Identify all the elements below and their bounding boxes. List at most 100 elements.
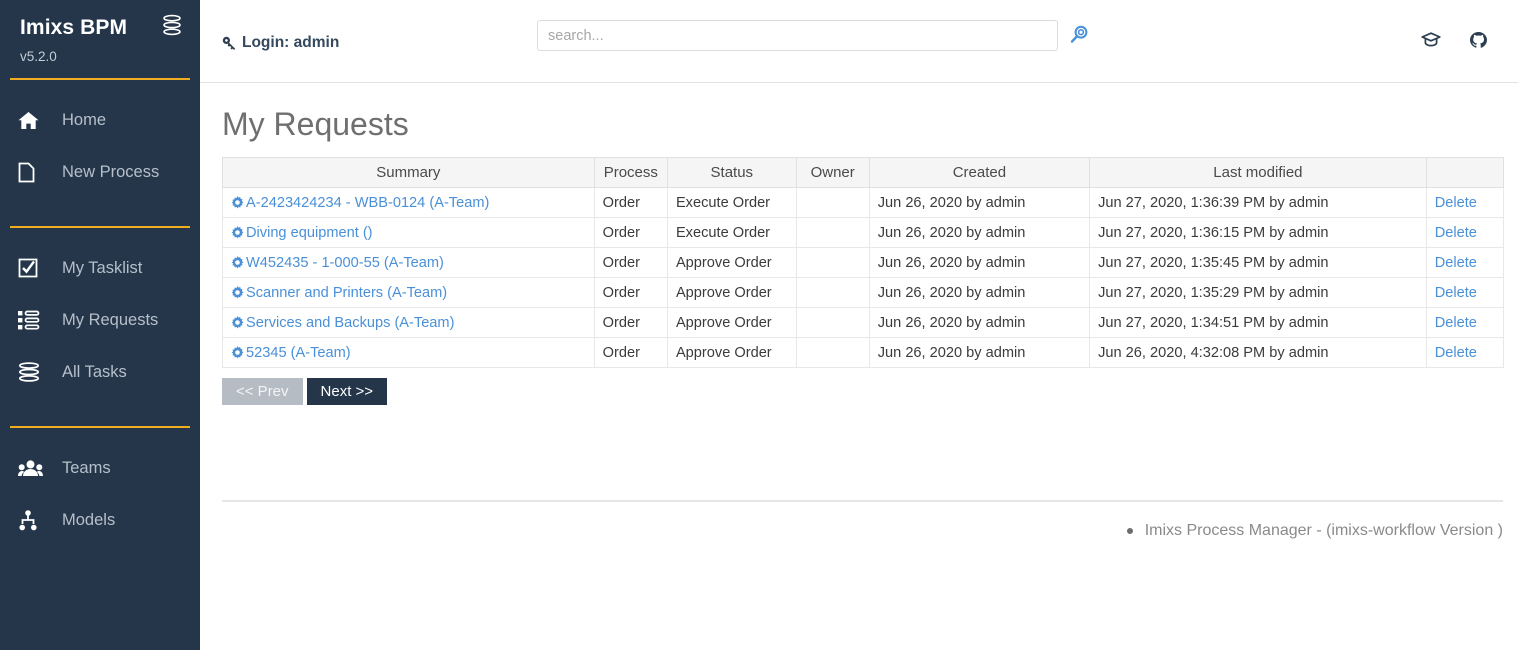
search-input[interactable]: [537, 20, 1058, 51]
bullet-icon: [1127, 528, 1133, 534]
login-label: Login: admin: [242, 34, 339, 52]
users-icon: [18, 459, 52, 478]
search-icon[interactable]: [1070, 25, 1089, 44]
delete-link[interactable]: Delete: [1435, 195, 1477, 211]
cell-created: Jun 26, 2020 by admin: [869, 308, 1089, 338]
key-icon: [222, 36, 236, 50]
cell-created: Jun 26, 2020 by admin: [869, 188, 1089, 218]
cell-last-modified: Jun 27, 2020, 1:36:39 PM by admin: [1090, 188, 1427, 218]
stack-menu-icon[interactable]: [162, 14, 182, 41]
main-area: Login: admin: [200, 0, 1518, 650]
cell-process: Order: [594, 218, 667, 248]
sidebar-item-my-tasklist[interactable]: My Tasklist: [0, 242, 200, 294]
gear-icon: [231, 256, 244, 269]
delete-link[interactable]: Delete: [1435, 345, 1477, 361]
footer-divider: [222, 500, 1503, 502]
app-brand-title: Imixs BPM: [20, 17, 127, 38]
cell-owner: [796, 188, 869, 218]
delete-link[interactable]: Delete: [1435, 225, 1477, 241]
request-link[interactable]: Scanner and Printers (A-Team): [246, 285, 447, 301]
cell-process: Order: [594, 188, 667, 218]
cell-owner: [796, 218, 869, 248]
sidebar-item-label: All Tasks: [52, 363, 127, 382]
cell-created: Jun 26, 2020 by admin: [869, 218, 1089, 248]
cell-action: Delete: [1426, 278, 1503, 308]
table-row: 52345 (A-Team) Order Approve Order Jun 2…: [223, 338, 1504, 368]
table-row: Diving equipment () Order Execute Order …: [223, 218, 1504, 248]
delete-link[interactable]: Delete: [1435, 315, 1477, 331]
column-header-owner[interactable]: Owner: [796, 158, 869, 188]
cell-action: Delete: [1426, 338, 1503, 368]
sidebar-item-home[interactable]: Home: [0, 94, 200, 146]
sidebar-item-label: My Tasklist: [52, 259, 142, 278]
cell-summary: 52345 (A-Team): [223, 338, 595, 368]
content-area: My Requests Summary Process Status Owner…: [200, 107, 1518, 540]
sidebar: Imixs BPM v5.2.0: [0, 0, 200, 650]
cell-last-modified: Jun 27, 2020, 1:35:29 PM by admin: [1090, 278, 1427, 308]
table-row: Scanner and Printers (A-Team) Order Appr…: [223, 278, 1504, 308]
column-header-status[interactable]: Status: [667, 158, 796, 188]
sidebar-item-my-requests[interactable]: My Requests: [0, 294, 200, 346]
sidebar-item-teams[interactable]: Teams: [0, 442, 200, 494]
sidebar-item-new-process[interactable]: New Process: [0, 146, 200, 198]
request-link[interactable]: Diving equipment (): [246, 225, 373, 241]
request-link[interactable]: 52345 (A-Team): [246, 345, 351, 361]
gear-icon: [231, 316, 244, 329]
cell-owner: [796, 248, 869, 278]
table-row: A-2423424234 - WBB-0124 (A-Team) Order E…: [223, 188, 1504, 218]
cell-owner: [796, 278, 869, 308]
cell-status: Execute Order: [667, 218, 796, 248]
cell-created: Jun 26, 2020 by admin: [869, 278, 1089, 308]
delete-link[interactable]: Delete: [1435, 255, 1477, 271]
sidebar-item-label: Teams: [52, 459, 111, 478]
home-icon: [18, 111, 52, 130]
table-row: Services and Backups (A-Team) Order Appr…: [223, 308, 1504, 338]
column-header-process[interactable]: Process: [594, 158, 667, 188]
sidebar-item-label: My Requests: [52, 311, 158, 330]
footer-text: Imixs Process Manager - (imixs-workflow …: [1145, 522, 1503, 540]
cell-process: Order: [594, 248, 667, 278]
cell-summary: Diving equipment (): [223, 218, 595, 248]
cell-status: Execute Order: [667, 188, 796, 218]
cell-action: Delete: [1426, 248, 1503, 278]
request-link[interactable]: W452435 - 1-000-55 (A-Team): [246, 255, 444, 271]
cell-action: Delete: [1426, 188, 1503, 218]
sidebar-item-label: Home: [52, 111, 106, 130]
cell-last-modified: Jun 27, 2020, 1:35:45 PM by admin: [1090, 248, 1427, 278]
column-header-created[interactable]: Created: [869, 158, 1089, 188]
column-header-actions: [1426, 158, 1503, 188]
cell-process: Order: [594, 278, 667, 308]
gear-icon: [231, 196, 244, 209]
table-body: A-2423424234 - WBB-0124 (A-Team) Order E…: [223, 188, 1504, 368]
sidebar-item-label: Models: [52, 511, 115, 530]
search-area: [537, 20, 1089, 51]
github-icon[interactable]: [1469, 31, 1488, 49]
topbar: Login: admin: [200, 0, 1518, 83]
sitemap-icon: [18, 510, 52, 531]
prev-page-button[interactable]: << Prev: [222, 378, 303, 405]
cell-last-modified: Jun 27, 2020, 1:34:51 PM by admin: [1090, 308, 1427, 338]
column-header-summary[interactable]: Summary: [223, 158, 595, 188]
sidebar-item-all-tasks[interactable]: All Tasks: [0, 346, 200, 398]
sidebar-group-primary: Home New Process: [0, 80, 200, 212]
cell-summary: Scanner and Printers (A-Team): [223, 278, 595, 308]
cell-status: Approve Order: [667, 308, 796, 338]
gear-icon: [231, 346, 244, 359]
cell-last-modified: Jun 27, 2020, 1:36:15 PM by admin: [1090, 218, 1427, 248]
cell-created: Jun 26, 2020 by admin: [869, 338, 1089, 368]
cell-owner: [796, 338, 869, 368]
next-page-button[interactable]: Next >>: [307, 378, 388, 405]
sidebar-item-label: New Process: [52, 163, 159, 182]
request-link[interactable]: A-2423424234 - WBB-0124 (A-Team): [246, 195, 489, 211]
column-header-last-modified[interactable]: Last modified: [1090, 158, 1427, 188]
table-row: W452435 - 1-000-55 (A-Team) Order Approv…: [223, 248, 1504, 278]
graduation-cap-icon[interactable]: [1421, 32, 1441, 48]
app-version: v5.2.0: [0, 41, 200, 64]
sidebar-item-models[interactable]: Models: [0, 494, 200, 546]
sidebar-group-admin: Teams Models: [0, 428, 200, 560]
checkbox-icon: [18, 258, 52, 278]
delete-link[interactable]: Delete: [1435, 285, 1477, 301]
cell-last-modified: Jun 26, 2020, 4:32:08 PM by admin: [1090, 338, 1427, 368]
request-link[interactable]: Services and Backups (A-Team): [246, 315, 454, 331]
cell-created: Jun 26, 2020 by admin: [869, 248, 1089, 278]
